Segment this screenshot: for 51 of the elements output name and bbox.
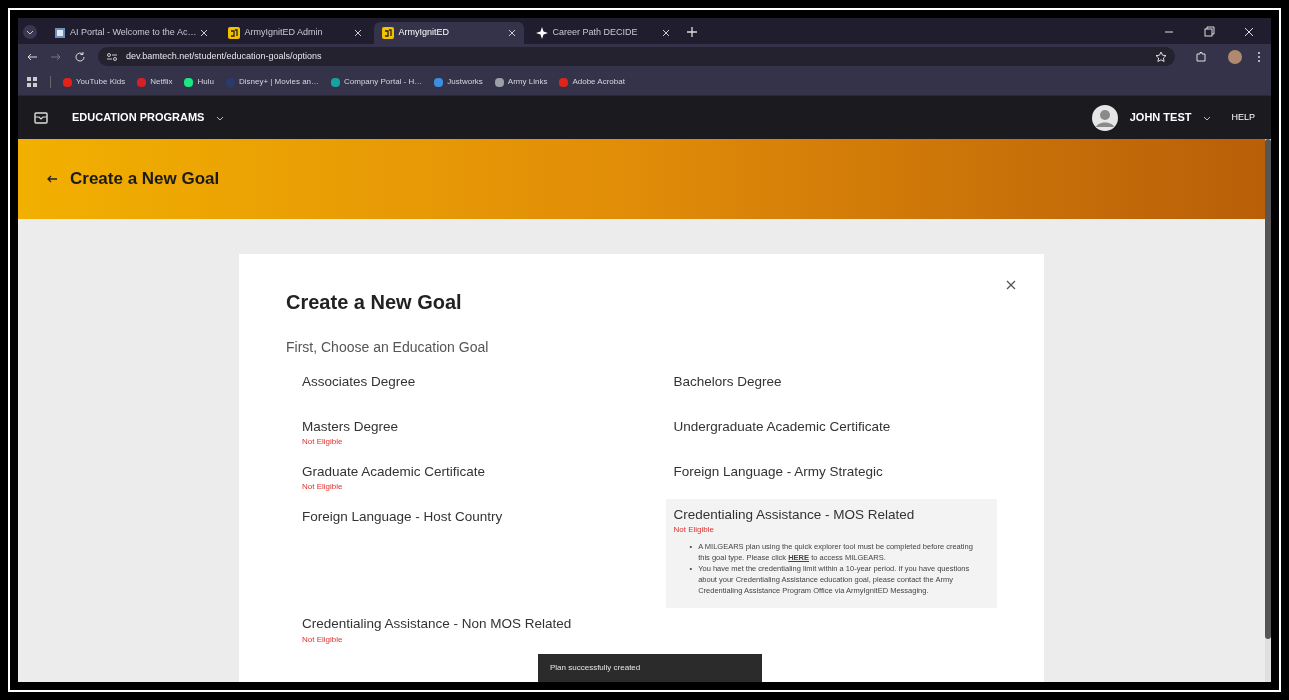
education-programs-menu[interactable]: EDUCATION PROGRAMS [72,109,225,126]
extensions-icon[interactable] [1195,50,1207,63]
goal-option[interactable]: Credentialing Assistance - Non MOS Related Not Eligible [294,608,626,654]
goal-option[interactable]: Undergraduate Academic Certificate [665,411,997,456]
reload-icon[interactable] [74,50,86,63]
tab-list-icon[interactable] [22,24,38,40]
close-icon[interactable] [1006,280,1016,290]
goal-option[interactable]: Bachelors Degree [665,366,997,411]
not-eligible-label: Not Eligible [673,525,715,536]
goal-option[interactable]: Associates Degree [294,366,626,411]
browser-tab[interactable]: ArmyIgnitED [374,22,525,44]
dialog-subtitle: First, Choose an Education Goal [286,338,490,357]
site-settings-icon[interactable] [106,50,118,63]
back-arrow-icon[interactable] [46,173,58,185]
browser-tab[interactable]: Career Path DECIDE [528,22,679,44]
goal-option[interactable]: Masters Degree Not Eligible [294,411,626,456]
help-link[interactable]: HELP [1231,110,1255,125]
logo-icon [228,27,241,39]
bookmark-item[interactable]: Netflix [137,76,173,88]
not-eligible-label: Not Eligible [302,482,344,493]
address-bar[interactable]: dev.bamtech.net/student/education-goals/options [98,47,1175,66]
bookmark-star-icon[interactable] [1155,50,1167,63]
bookmark-item[interactable]: Justworks [434,76,483,88]
toast-notification: Plan successfully created [538,654,762,682]
profile-avatar-icon[interactable] [1227,48,1243,65]
bookmark-item[interactable]: Army Links [494,76,548,88]
dialog-title: Create a New Goal [286,290,463,315]
bookmark-item[interactable]: Adobe Acrobat [559,76,625,88]
page-icon [54,27,66,39]
bookmark-item[interactable]: Hulu [184,76,214,88]
goal-option[interactable]: Graduate Academic Certificate Not Eligible [294,456,626,501]
browser-tab[interactable]: AI Portal - Welcome to the Ac… [46,22,217,44]
goal-option[interactable]: Foreign Language - Army Strategic [665,456,997,501]
restore-icon[interactable] [1203,26,1215,38]
user-avatar-icon[interactable] [1091,104,1118,131]
user-menu[interactable]: JOHN TEST [1129,109,1212,126]
new-tab-icon[interactable] [686,26,699,38]
logo-icon [382,27,395,39]
not-eligible-label: Not Eligible [302,437,344,448]
bookmark-item[interactable]: Disney+ | Movies an… [225,76,320,88]
browser-tab[interactable]: ArmyIgnitED Admin [220,22,371,44]
bookmark-item[interactable]: Company Portal - H… [331,76,423,88]
not-eligible-label: Not Eligible [302,634,344,645]
apps-grid-icon[interactable] [26,76,38,88]
page-title: Create a New Goal [70,168,220,191]
sparkle-icon [536,27,549,39]
goal-option[interactable]: Foreign Language - Host Country [294,501,626,609]
bookmark-item[interactable]: YouTube Kids [63,76,126,88]
mail-icon[interactable] [34,111,48,124]
scrollbar-thumb[interactable] [1265,139,1271,639]
more-menu-icon[interactable] [1255,50,1263,63]
